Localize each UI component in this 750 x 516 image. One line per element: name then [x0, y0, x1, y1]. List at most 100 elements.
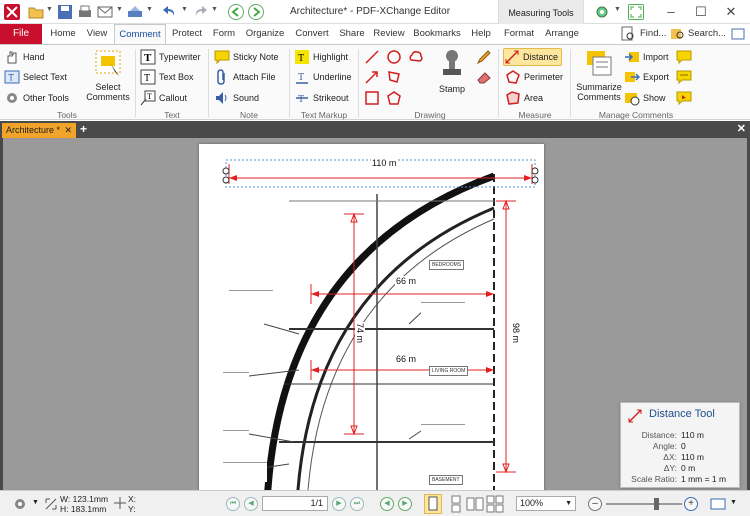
back-view-button[interactable]: ◀: [380, 497, 394, 511]
single-page-icon[interactable]: [424, 494, 442, 514]
find-icon[interactable]: [620, 26, 636, 42]
tab-review[interactable]: Review: [370, 24, 408, 44]
settings-icon[interactable]: [594, 4, 610, 20]
scan-icon[interactable]: [127, 4, 143, 20]
tab-comment[interactable]: Comment: [114, 24, 166, 45]
tab-bookmarks[interactable]: Bookmarks: [410, 24, 464, 44]
email-icon[interactable]: [97, 4, 113, 20]
close-tab-icon[interactable]: ✕: [64, 123, 72, 138]
distance-tool-button[interactable]: Distance: [503, 48, 563, 66]
underline-button[interactable]: T Underline: [294, 68, 352, 86]
show-comments-button[interactable]: Show: [624, 89, 666, 107]
eraser-tool-button[interactable]: [476, 68, 495, 86]
chevron-down-icon[interactable]: ▼: [211, 6, 218, 13]
document-tab-architecture[interactable]: Architecture * ✕: [2, 123, 76, 138]
minimize-button[interactable]: –: [656, 0, 686, 24]
forward-icon[interactable]: [248, 4, 264, 20]
chevron-down-icon[interactable]: ▼: [46, 6, 53, 13]
chevron-down-icon[interactable]: ▼: [730, 499, 737, 506]
pentagon-tool-button[interactable]: [386, 89, 405, 107]
strikeout-button[interactable]: T Strikeout: [294, 89, 349, 107]
page-number-input[interactable]: 1/1: [262, 496, 328, 511]
close-button[interactable]: ✕: [716, 0, 746, 24]
tab-convert[interactable]: Convert: [290, 24, 334, 44]
zoom-out-button[interactable]: –: [588, 497, 602, 511]
redo-icon[interactable]: [192, 4, 208, 20]
back-icon[interactable]: [228, 4, 244, 20]
comment-flag-button[interactable]: [676, 89, 695, 107]
measuring-tools-context-tab[interactable]: Measuring Tools: [498, 0, 584, 24]
tab-form[interactable]: Form: [208, 24, 240, 44]
tab-share[interactable]: Share: [336, 24, 368, 44]
forward-view-button[interactable]: ▶: [398, 497, 412, 511]
typewriter-button[interactable]: T Typewriter: [140, 48, 201, 66]
two-page-continuous-icon[interactable]: [486, 495, 504, 515]
comment-style-button[interactable]: [676, 48, 695, 66]
export-icon: [624, 69, 641, 85]
tab-arrange[interactable]: Arrange: [540, 24, 584, 44]
ellipse-tool-button[interactable]: [386, 48, 405, 66]
highlight-button[interactable]: T Highlight: [294, 48, 348, 66]
tab-view[interactable]: View: [82, 24, 112, 44]
pencil-tool-button[interactable]: [476, 48, 495, 66]
comment-list-button[interactable]: [676, 68, 695, 86]
chevron-down-icon[interactable]: ▼: [181, 6, 188, 13]
other-tools-button[interactable]: Other Tools: [4, 89, 69, 107]
fullscreen-icon[interactable]: [628, 4, 644, 20]
cloud-tool-button[interactable]: [408, 48, 427, 66]
maximize-button[interactable]: ☐: [686, 0, 716, 24]
hand-tool-button[interactable]: Hand: [4, 48, 45, 66]
text-box-button[interactable]: T Text Box: [140, 68, 194, 86]
zoom-in-button[interactable]: +: [684, 497, 698, 511]
tab-protect[interactable]: Protect: [168, 24, 206, 44]
two-page-icon[interactable]: [466, 495, 484, 515]
next-page-button[interactable]: ▶: [332, 497, 346, 511]
text-group-label: Text: [164, 110, 180, 120]
continuous-page-icon[interactable]: [448, 495, 464, 515]
chevron-down-icon[interactable]: ▼: [116, 6, 123, 13]
arrow-tool-button[interactable]: [364, 68, 383, 86]
search-icon[interactable]: [670, 26, 686, 42]
find-button[interactable]: Find...: [640, 24, 666, 44]
tab-format[interactable]: Format: [500, 24, 538, 44]
tab-home[interactable]: Home: [46, 24, 80, 44]
tab-help[interactable]: Help: [466, 24, 496, 44]
summarize-comments-button[interactable]: Summarize Comments: [574, 48, 624, 102]
zoom-slider-thumb[interactable]: [654, 498, 659, 510]
rectangle-tool-button[interactable]: [364, 89, 383, 107]
save-icon[interactable]: [57, 4, 73, 20]
open-folder-icon[interactable]: [28, 4, 44, 20]
import-comments-button[interactable]: Import: [624, 48, 669, 66]
zoom-slider[interactable]: [606, 503, 682, 505]
callout-button[interactable]: T Callout: [140, 89, 187, 107]
close-document-icon[interactable]: ✕: [737, 122, 746, 135]
perimeter-tool-button[interactable]: Perimeter: [505, 68, 563, 86]
last-page-button[interactable]: ⏭: [350, 497, 364, 511]
fit-window-icon[interactable]: [710, 496, 726, 514]
new-tab-icon[interactable]: +: [80, 122, 87, 136]
select-comments-button[interactable]: Select Comments: [84, 48, 132, 102]
collapse-ribbon-icon[interactable]: [730, 26, 746, 42]
chevron-down-icon[interactable]: ▼: [32, 499, 39, 506]
polygon-tool-button[interactable]: [386, 68, 405, 86]
select-text-button[interactable]: T Select Text: [4, 68, 67, 86]
undo-icon[interactable]: [162, 4, 178, 20]
sticky-note-button[interactable]: Sticky Note: [214, 48, 279, 66]
area-tool-button[interactable]: Area: [505, 89, 543, 107]
chevron-down-icon[interactable]: ▼: [146, 6, 153, 13]
attach-file-button[interactable]: Attach File: [214, 68, 276, 86]
export-comments-button[interactable]: Export: [624, 68, 669, 86]
tab-organize[interactable]: Organize: [242, 24, 288, 44]
line-tool-button[interactable]: [364, 48, 383, 66]
first-page-button[interactable]: ⏮: [226, 497, 240, 511]
tab-file[interactable]: File: [0, 24, 42, 44]
previous-page-button[interactable]: ◀: [244, 497, 258, 511]
sound-button[interactable]: Sound: [214, 89, 259, 107]
stamp-button[interactable]: Stamp: [434, 48, 470, 94]
options-gear-icon[interactable]: [12, 496, 28, 514]
print-icon[interactable]: [77, 4, 93, 20]
pdf-page[interactable]: 110 m 66 m 66 m 74 m 98 m BEDROOMS LIVIN…: [199, 144, 544, 490]
zoom-level-select[interactable]: 100% ▼: [516, 496, 576, 511]
search-button[interactable]: Search...: [688, 24, 726, 44]
chevron-down-icon[interactable]: ▼: [614, 6, 621, 13]
